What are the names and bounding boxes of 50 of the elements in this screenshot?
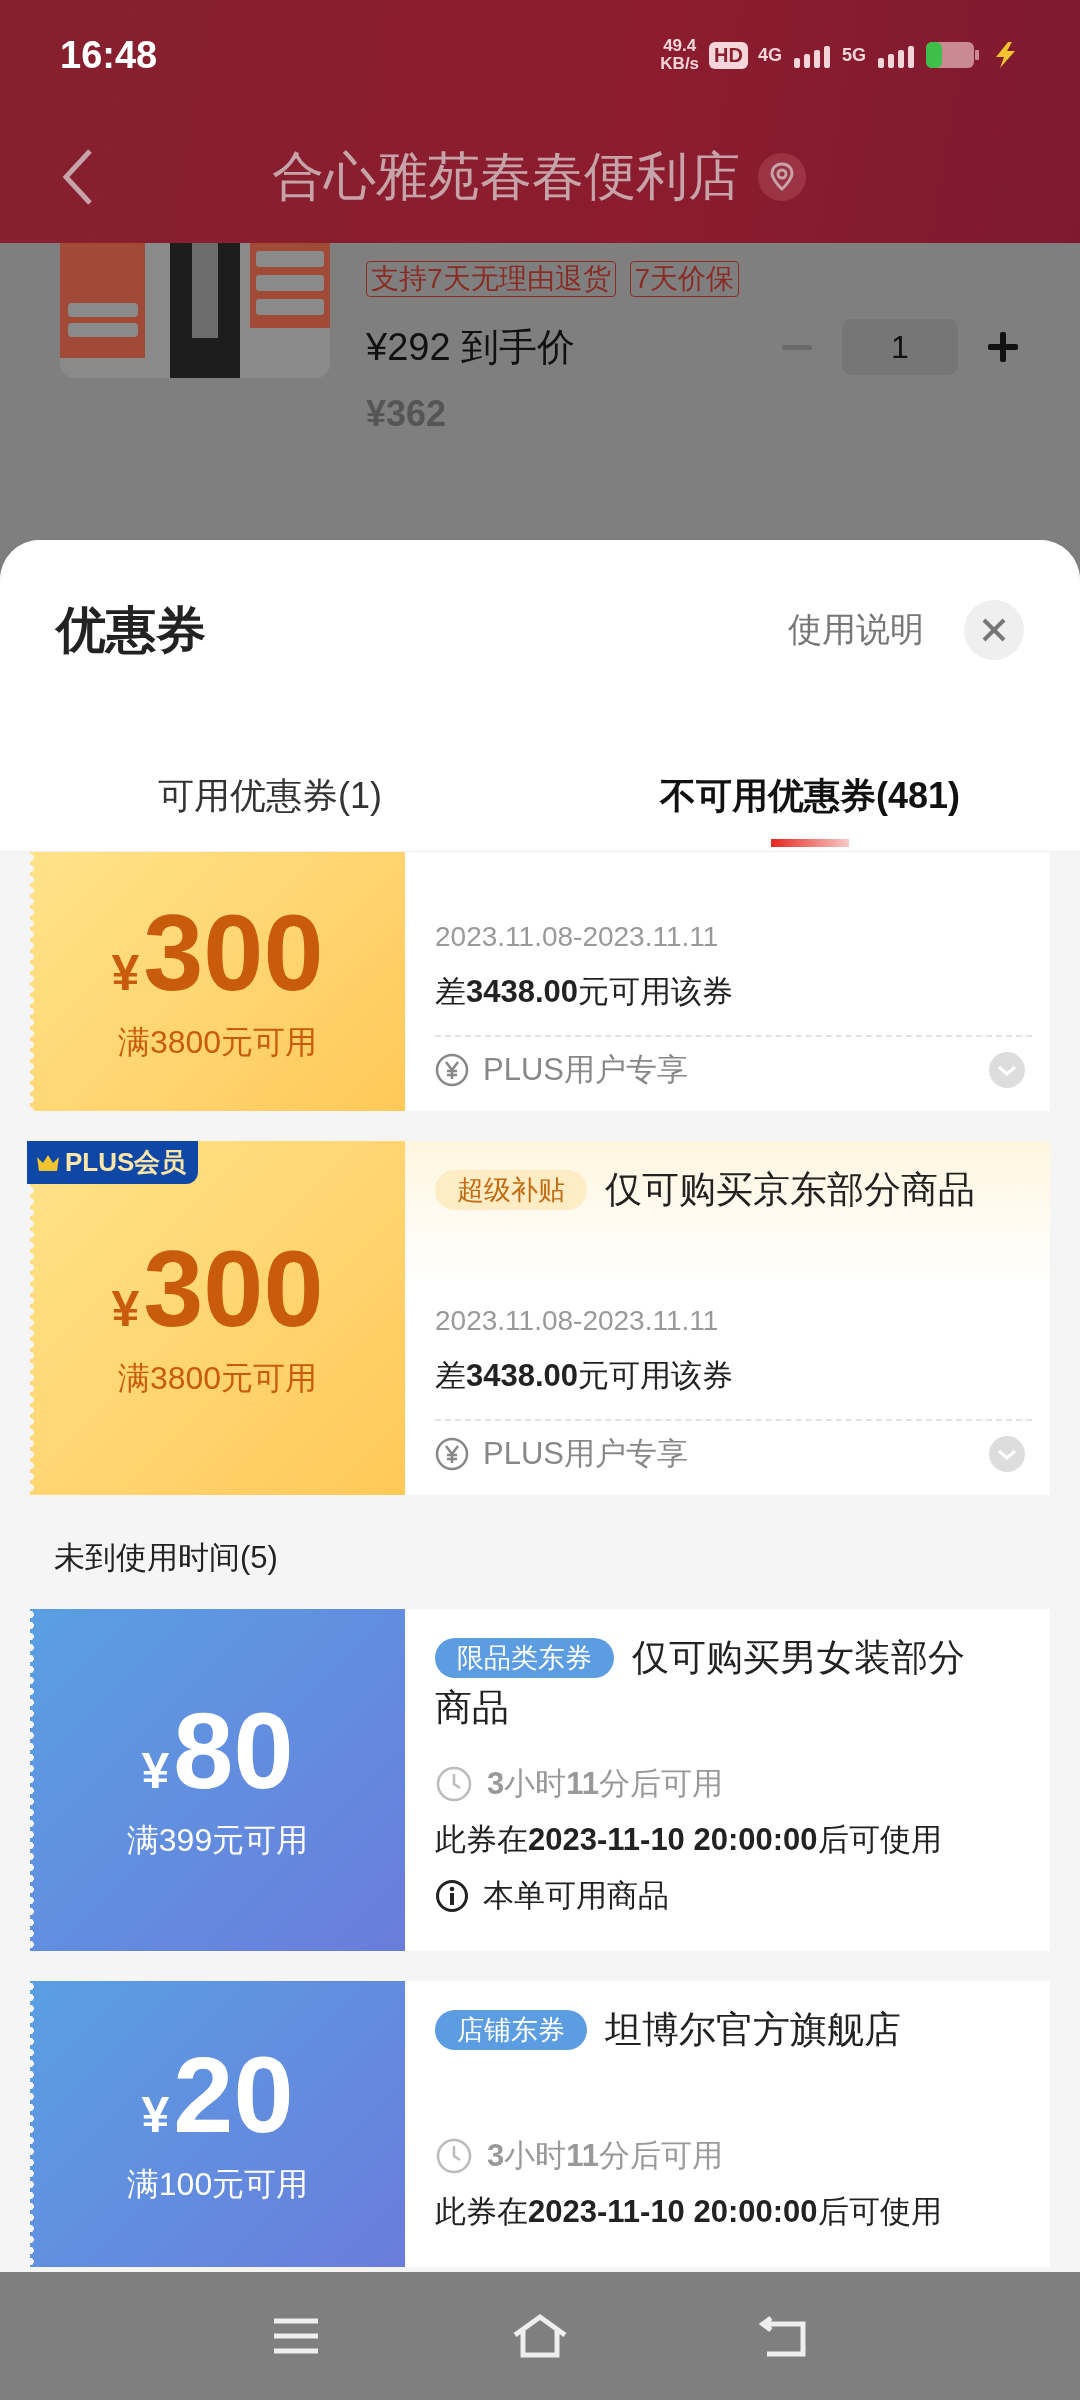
close-icon: [980, 616, 1008, 644]
coupon-tab[interactable]: 不可用优惠券(481): [540, 762, 1080, 851]
sheet-title: 优惠券: [56, 600, 207, 660]
shortfall-text: 差3438.00元可用该券: [435, 1357, 735, 1395]
coupon-condition: 满399元可用: [126, 1821, 309, 1860]
coupon-title: 限品类东券 仅可购买男女装部分商品: [435, 1636, 966, 1730]
coupon-amount: ¥20: [141, 2041, 294, 2149]
yen-icon: [435, 1053, 469, 1087]
countdown-text: 3小时11分后可用: [487, 2137, 724, 2175]
plus-exclusive-text: PLUS用户专享: [483, 1051, 689, 1089]
hd-icon: HD: [709, 41, 748, 69]
plus-exclusive-text: PLUS用户专享: [483, 1435, 689, 1473]
clock-time: 16:48: [60, 33, 158, 77]
service-tag: 7天价保: [629, 261, 740, 297]
coupon-amount: ¥80: [141, 1697, 294, 1805]
yen-icon: [435, 1437, 469, 1471]
section-heading: 未到使用时间(5): [53, 1539, 279, 1577]
service-tag: 支持7天无理由退货: [366, 261, 616, 297]
coupon-tab[interactable]: 可用优惠券(1): [0, 762, 540, 851]
location-pin-icon[interactable]: [758, 152, 806, 201]
network-speed: 49.4 KB/s: [660, 37, 700, 73]
usage-guide-link[interactable]: 使用说明: [788, 607, 924, 653]
back-icon[interactable]: [759, 2314, 809, 2358]
coupon-amount: ¥300: [111, 898, 324, 1007]
clock-icon: [435, 1765, 473, 1803]
coupon-amount: ¥300: [111, 1235, 324, 1343]
validity-date: 2023.11.08-2023.11.11: [435, 921, 720, 953]
info-icon: [435, 1879, 469, 1913]
start-time-text: 此券在2023-11-10 20:00:00后可使用: [435, 1821, 943, 1859]
eligible-items-link[interactable]: 本单可用商品: [483, 1875, 669, 1917]
shortfall-text: 差3438.00元可用该券: [435, 973, 735, 1011]
coupon-condition: 满100元可用: [126, 2165, 309, 2204]
store-title: 合心雅苑春春便利店: [272, 145, 740, 207]
clock-icon: [435, 2137, 473, 2175]
home-icon[interactable]: [511, 2313, 569, 2359]
coupon-title: 超级补贴 仅可购买京东部分商品: [435, 1165, 1032, 1215]
final-price: ¥292 到手价: [366, 324, 576, 370]
plus-icon[interactable]: [986, 330, 1020, 364]
validity-date: 2023.11.08-2023.11.11: [435, 1305, 720, 1337]
menu-icon[interactable]: [271, 2316, 321, 2356]
member-badge: PLUS会员: [27, 1141, 199, 1184]
coupon-condition: 满3800元可用: [117, 1022, 318, 1062]
coupon-condition: 满3800元可用: [117, 1359, 318, 1398]
signal-label: 4G: [757, 44, 782, 66]
coupon-title: 店铺东券 坦博尔官方旗舰店: [435, 2005, 990, 2105]
quantity-field[interactable]: 1: [842, 319, 958, 375]
signal-label: 5G: [842, 44, 866, 66]
battery-icon: [926, 41, 980, 69]
start-time-text: 此券在2023-11-10 20:00:00后可使用: [435, 2193, 943, 2231]
countdown-text: 3小时11分后可用: [487, 1765, 724, 1803]
